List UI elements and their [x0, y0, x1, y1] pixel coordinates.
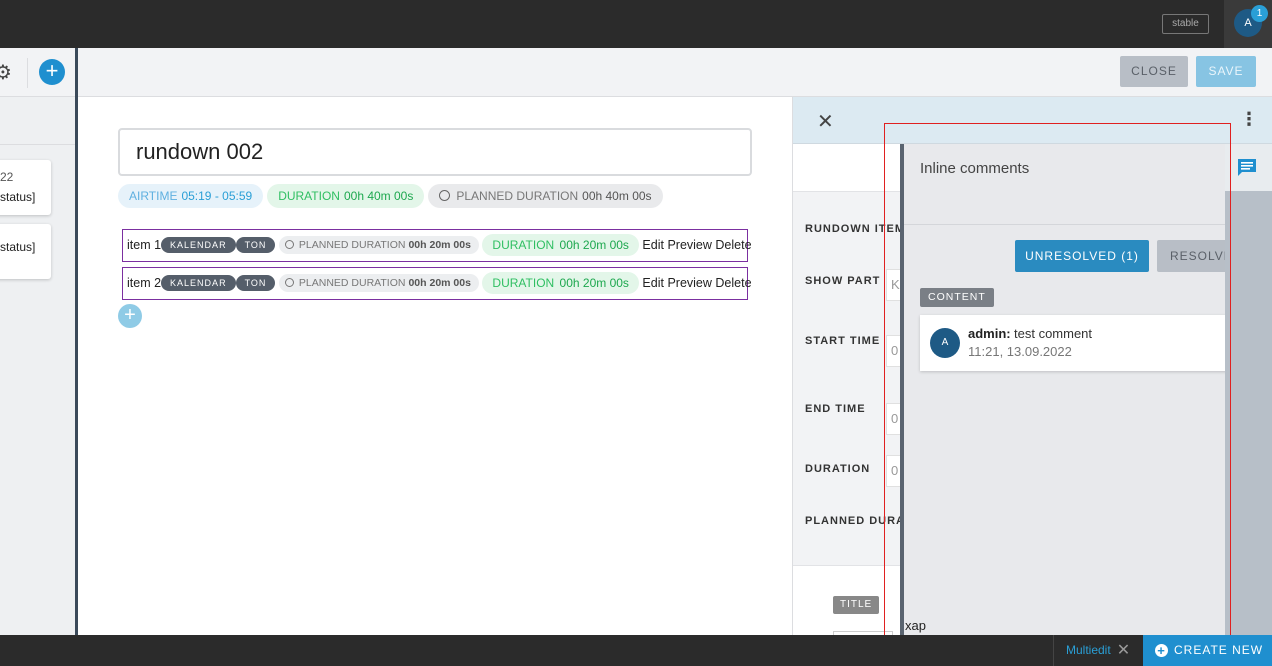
airtime-label: AIRTIME: [129, 189, 178, 203]
preview-link[interactable]: Preview: [667, 276, 711, 290]
duration-label: DURATION: [278, 189, 340, 203]
comment-text: test comment: [1014, 326, 1093, 341]
create-new-button[interactable]: + CREATE NEW: [1143, 635, 1272, 666]
item-tag: TON: [235, 275, 276, 291]
action-bar: CLOSE SAVE: [78, 48, 1272, 97]
rundown-item-row[interactable]: item 2 KALENDAR TON PLANNED DURATION 00h 20…: [122, 267, 752, 300]
bottom-bar: Multiedit ✕ + CREATE NEW: [0, 635, 1272, 666]
rundown-card[interactable]: status]: [0, 224, 51, 279]
add-item-button[interactable]: +: [118, 304, 142, 328]
rundown-title-input[interactable]: rundown 002: [118, 128, 752, 176]
close-icon[interactable]: ✕: [817, 109, 834, 134]
item-planned-label: PLANNED DURATION: [298, 239, 406, 251]
rundown-card[interactable]: 22 status]: [0, 160, 51, 215]
item-planned-chip: PLANNED DURATION 00h 20m 00s: [278, 274, 479, 292]
item-planned-value: 00h 20m 00s: [408, 277, 471, 289]
item-duration-label: DURATION: [492, 276, 555, 290]
item-duration-value: 00h 20m 00s: [559, 238, 629, 252]
delete-link[interactable]: Delete: [715, 238, 751, 252]
item-planned-label: PLANNED DURATION: [298, 277, 406, 289]
duration-value: 00h 40m 00s: [343, 189, 414, 203]
item-tag: KALENDAR: [161, 237, 236, 253]
unresolved-tab[interactable]: UNRESOLVED (1): [1015, 240, 1149, 272]
planned-duration-chip: PLANNED DURATION 00h 40m 00s: [428, 184, 663, 208]
title-tag: TITLE: [833, 596, 880, 614]
item-name: item 1: [127, 238, 162, 252]
item-duration-value: 00h 20m 00s: [559, 276, 629, 290]
close-icon[interactable]: ✕: [1117, 642, 1130, 659]
multiedit-label: Multiedit: [1066, 643, 1111, 657]
field-label-start-time: START TIME: [805, 335, 881, 347]
close-button[interactable]: CLOSE: [1120, 56, 1188, 87]
preview-link[interactable]: Preview: [667, 238, 711, 252]
comment-card[interactable]: A admin: test comment 11:21, 13.09.2022: [920, 315, 1225, 371]
item-planned-value: 00h 20m 00s: [408, 239, 471, 251]
rundown-editor: rundown 002 AIRTIME 05:19 - 05:59 DURATION…: [78, 97, 792, 635]
item-duration-label: DURATION: [492, 238, 555, 252]
comment-icon[interactable]: [1236, 157, 1258, 177]
card-status: status]: [0, 240, 36, 254]
item-duration-chip: DURATION 00h 20m 00s: [482, 272, 639, 294]
planned-value: 00h 40m 00s: [582, 189, 652, 203]
notification-badge: 1: [1251, 5, 1268, 22]
add-rundown-button[interactable]: +: [39, 59, 65, 85]
airtime-value: 05:19 - 05:59: [181, 189, 253, 203]
item-tag: KALENDAR: [161, 275, 236, 291]
edit-link[interactable]: Edit: [642, 238, 664, 252]
clock-icon: [284, 240, 294, 249]
env-badge: stable: [1162, 14, 1209, 34]
comments-toggle[interactable]: [1225, 144, 1272, 191]
user-menu[interactable]: A 1: [1224, 0, 1272, 48]
panel-header: ✕ ⋮: [793, 97, 1272, 144]
multiedit-tab[interactable]: Multiedit ✕: [1053, 635, 1143, 666]
toolbar-divider: [27, 58, 28, 88]
field-label-rundown-item: RUNDOWN ITEM: [805, 223, 905, 235]
field-label-duration: DURATION: [805, 463, 871, 475]
clock-icon: [439, 190, 451, 201]
edit-link[interactable]: Edit: [642, 276, 664, 290]
duration-chip: DURATION 00h 40m 00s: [267, 184, 425, 208]
comment-time: 11:21, 13.09.2022: [968, 344, 1072, 359]
airtime-chip: AIRTIME 05:19 - 05:59: [118, 184, 264, 208]
field-label-planned-duration: PLANNED DURAT: [805, 515, 912, 527]
left-subheader: [0, 97, 75, 145]
content-section-tag: CONTENT: [920, 288, 994, 307]
left-toolbar: ⚙ +: [0, 48, 75, 97]
create-new-label: CREATE NEW: [1174, 643, 1264, 657]
divider: [904, 224, 1225, 225]
field-label-show-part: SHOW PART: [805, 275, 881, 287]
rundown-item-row[interactable]: item 1 KALENDAR TON PLANNED DURATION 00h 20…: [122, 229, 752, 262]
resolved-tab[interactable]: RESOLVE: [1157, 240, 1225, 272]
item-planned-chip: PLANNED DURATION 00h 20m 00s: [278, 236, 479, 254]
comments-heading: Inline comments: [920, 160, 1030, 177]
plus-icon: +: [1155, 644, 1168, 657]
rundown-list-panel: ⚙ + 22 status] status]: [0, 48, 75, 635]
planned-label: PLANNED DURATION: [456, 189, 579, 203]
field-label-end-time: END TIME: [805, 403, 866, 415]
card-status: status]: [0, 190, 36, 204]
top-bar: stable A 1: [0, 0, 1272, 48]
inline-comments-panel: Inline comments UNRESOLVED (1) RESOLVE C…: [900, 144, 1225, 635]
clock-icon: [284, 278, 294, 287]
item-duration-chip: DURATION 00h 20m 00s: [482, 234, 639, 256]
delete-link[interactable]: Delete: [715, 276, 751, 290]
item-name: item 2: [127, 276, 162, 290]
item-tag: TON: [235, 237, 276, 253]
gear-icon[interactable]: ⚙: [0, 60, 12, 85]
save-button[interactable]: SAVE: [1196, 56, 1256, 87]
comment-avatar: A: [930, 328, 960, 358]
rundown-meta: AIRTIME 05:19 - 05:59 DURATION 00h 40m 00s P…: [118, 184, 667, 208]
title-value: xap: [905, 618, 926, 633]
comments-rail: [1225, 144, 1272, 635]
card-date: 22: [0, 170, 14, 184]
more-vert-icon[interactable]: ⋮: [1240, 109, 1258, 130]
comment-author: admin:: [968, 326, 1011, 341]
